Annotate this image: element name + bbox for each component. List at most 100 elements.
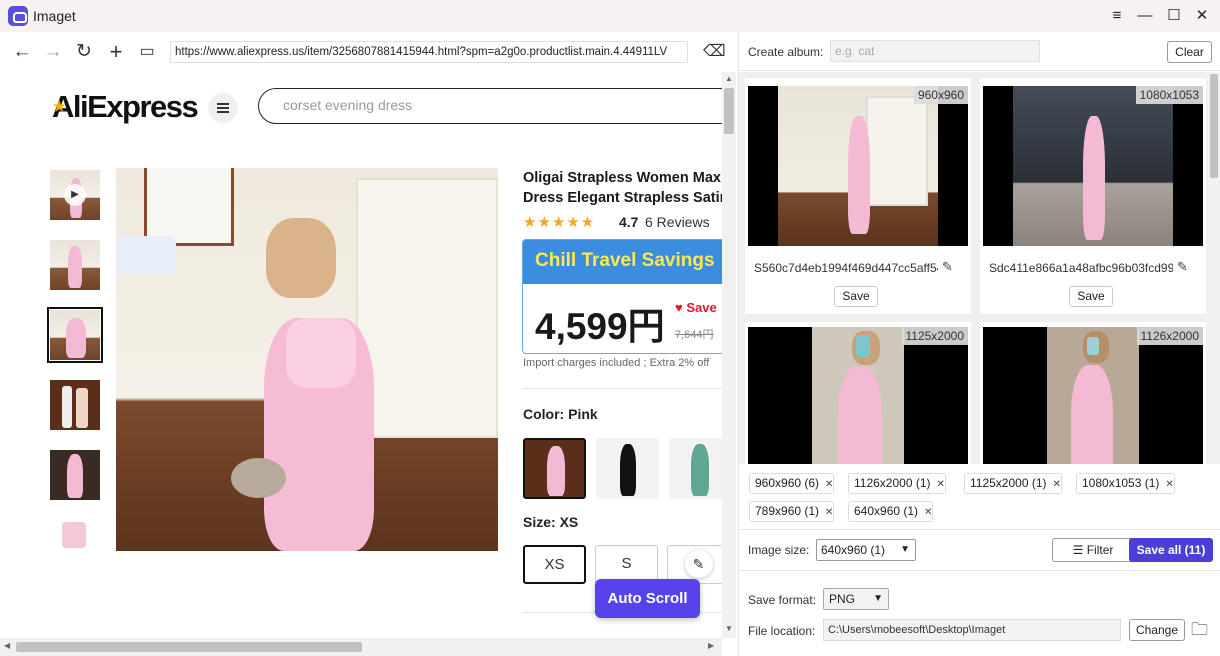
forward-icon[interactable]: → xyxy=(42,41,64,63)
size-filter-tags: 960x960 (6) ✕ 1126x2000 (1) ✕ 1125x2000 (1… xyxy=(739,464,1220,530)
size-tag[interactable]: 640x960 (1) ✕ xyxy=(848,501,934,522)
imaget-logo-icon xyxy=(8,6,28,26)
create-album-label: Create album: xyxy=(748,45,824,59)
remove-tag-icon[interactable]: ✕ xyxy=(825,479,833,490)
thumbnail-image[interactable] xyxy=(50,520,100,550)
size-tag[interactable]: 1126x2000 (1) ✕ xyxy=(848,473,946,494)
title-bar: Imaget ≡ — ☐ ✕ xyxy=(0,0,1220,32)
auto-scroll-button[interactable]: Auto Scroll xyxy=(595,579,700,618)
save-settings: Save format: PNG ▼ File location: C:\Use… xyxy=(739,570,1220,656)
thumbnail-image[interactable] xyxy=(50,240,100,290)
scroll-right-icon[interactable]: ▶ xyxy=(708,641,714,650)
menu-icon[interactable]: ≡ xyxy=(1106,6,1128,26)
minimize-icon[interactable]: — xyxy=(1134,6,1156,26)
product-main-image[interactable] xyxy=(116,168,498,551)
thumbnail-image[interactable] xyxy=(50,380,100,430)
page-scroll-thumb[interactable] xyxy=(724,88,734,134)
scroll-left-icon[interactable]: ◀ xyxy=(4,641,10,650)
filter-sliders-icon: ☰ xyxy=(1072,543,1084,557)
file-location-input[interactable]: C:\Users\mobeesoft\Desktop\Imaget xyxy=(823,619,1121,641)
color-label: Color: Pink xyxy=(523,406,598,422)
tag-label: 789x960 (1) xyxy=(755,504,820,518)
reviews-link[interactable]: 6 Reviews xyxy=(645,214,710,230)
promo-title: Chill Travel Savings xyxy=(535,250,715,271)
remove-tag-icon[interactable]: ✕ xyxy=(1165,479,1173,490)
product-title-line1: Oligai Strapless Women Max xyxy=(523,170,721,186)
grid-scrollbar[interactable] xyxy=(1207,72,1220,464)
rename-pencil-icon[interactable]: ✎ xyxy=(942,259,953,275)
size-option-xs[interactable]: XS xyxy=(523,545,586,584)
rating-value: 4.7 xyxy=(619,214,639,230)
horizontal-scroll-thumb[interactable] xyxy=(16,642,362,652)
promo-price-box: Chill Travel Savings 4,599円 ♥ Save 7,644… xyxy=(522,239,722,354)
back-icon[interactable]: ← xyxy=(11,41,33,63)
remove-tag-icon[interactable]: ✕ xyxy=(937,479,945,490)
image-grid: 960x960 S560c7d4eb1994f469d447cc5aff54c … xyxy=(739,72,1220,464)
edit-pencil-icon: ✎ xyxy=(684,550,713,578)
page-horizontal-scrollbar[interactable]: ◀ ▶ xyxy=(0,638,722,656)
save-image-button[interactable]: Save xyxy=(1069,286,1113,307)
save-format-label: Save format: xyxy=(748,593,817,607)
divider xyxy=(523,388,722,389)
remove-tag-icon[interactable]: ✕ xyxy=(825,507,833,518)
save-all-button[interactable]: Save all (11) xyxy=(1129,538,1213,562)
scroll-up-icon[interactable]: ▲ xyxy=(725,74,733,83)
search-input[interactable]: corset evening dress xyxy=(258,88,722,124)
album-row: Create album: e.g. cat Clear xyxy=(739,32,1220,71)
hamburger-menu-button[interactable] xyxy=(208,93,238,123)
maximize-icon[interactable]: ☐ xyxy=(1163,6,1185,26)
size-tag[interactable]: 1125x2000 (1) ✕ xyxy=(964,473,1062,494)
image-preview[interactable]: 1125x2000 xyxy=(748,327,968,464)
save-image-button[interactable]: Save xyxy=(834,286,878,307)
scroll-down-icon[interactable]: ▼ xyxy=(725,624,733,633)
new-tab-icon[interactable]: + xyxy=(105,41,127,63)
thumbnail-video[interactable]: ▶ xyxy=(50,170,100,220)
image-preview[interactable]: 1126x2000 xyxy=(983,327,1203,464)
save-badge-label: Save xyxy=(686,300,717,315)
folder-icon[interactable]: 🗀 xyxy=(1191,617,1208,646)
clear-button[interactable]: Clear xyxy=(1167,41,1212,63)
image-card: 1126x2000 xyxy=(980,322,1206,464)
chevron-down-icon: ▼ xyxy=(900,544,910,555)
filter-button[interactable]: ☰ Filter xyxy=(1052,538,1134,562)
url-bar[interactable]: https://www.aliexpress.us/item/325680788… xyxy=(170,41,688,63)
size-tag[interactable]: 960x960 (6) ✕ xyxy=(749,473,835,494)
thumbnail-image[interactable] xyxy=(50,450,100,500)
size-tag[interactable]: 1080x1053 (1) ✕ xyxy=(1076,473,1175,494)
aliexpress-logo[interactable]: ★ AliExpress xyxy=(52,89,199,125)
reload-icon[interactable]: ↻ xyxy=(73,41,95,63)
product-title-line2: Dress Elegant Strapless Satin xyxy=(523,190,722,206)
page-vertical-scrollbar[interactable]: ▲ ▼ xyxy=(722,72,736,638)
clean-brush-icon[interactable]: ⌫ xyxy=(703,41,726,63)
image-preview[interactable]: 960x960 xyxy=(748,86,968,246)
close-icon[interactable]: ✕ xyxy=(1191,6,1213,26)
grid-scroll-thumb[interactable] xyxy=(1210,74,1218,178)
rename-pencil-icon[interactable]: ✎ xyxy=(1177,259,1188,275)
image-preview[interactable]: 1080x1053 xyxy=(983,86,1203,246)
save-format-select[interactable]: PNG ▼ xyxy=(823,588,889,610)
remove-tag-icon[interactable]: ✕ xyxy=(1053,479,1061,490)
image-dimensions: 1125x2000 xyxy=(901,327,968,345)
thumbnail-image-selected[interactable] xyxy=(47,307,103,363)
remove-tag-icon[interactable]: ✕ xyxy=(924,507,932,518)
image-filename: Sdc411e866a1a48afbc96b03fcd99a xyxy=(989,261,1173,275)
image-filename: S560c7d4eb1994f469d447cc5aff54c xyxy=(754,261,938,275)
color-swatch-green[interactable] xyxy=(669,438,722,499)
image-dimensions: 1126x2000 xyxy=(1136,327,1203,345)
change-location-button[interactable]: Change xyxy=(1129,619,1185,641)
image-card: 960x960 S560c7d4eb1994f469d447cc5aff54c … xyxy=(745,78,971,314)
tag-label: 1126x2000 (1) xyxy=(854,476,931,490)
image-size-select[interactable]: 640x960 (1) ▼ xyxy=(816,539,916,561)
tabs-icon[interactable]: ▭ xyxy=(136,41,158,63)
color-swatch-pink[interactable] xyxy=(523,438,586,499)
promo-banner: Chill Travel Savings xyxy=(523,240,722,284)
price: 4,599円 xyxy=(535,306,665,347)
size-tag[interactable]: 789x960 (1) ✕ xyxy=(749,501,835,522)
download-panel: Create album: e.g. cat Clear 960x960 S56… xyxy=(738,32,1220,656)
product-title: Oligai Strapless Women Max Dress Elegant… xyxy=(523,168,722,208)
tag-label: 960x960 (6) xyxy=(755,476,820,490)
logo-text: AliExpress xyxy=(52,89,199,124)
play-icon: ▶ xyxy=(64,184,86,206)
album-name-input[interactable]: e.g. cat xyxy=(830,40,1040,62)
color-swatch-black[interactable] xyxy=(596,438,659,499)
